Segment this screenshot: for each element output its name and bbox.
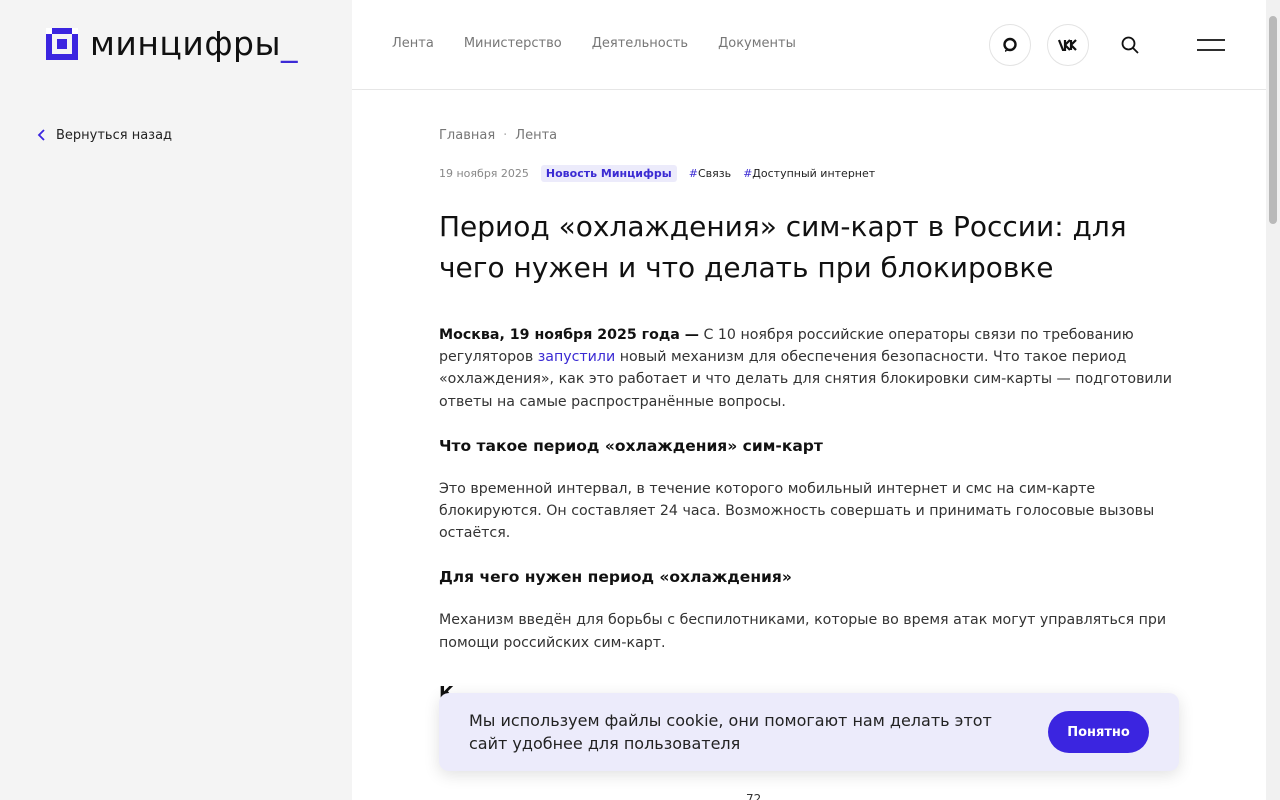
tag-link[interactable]: #Доступный интернет — [743, 167, 875, 180]
logo[interactable]: минцифры _ — [46, 24, 298, 63]
section-text: Механизм введён для борьбы с беспилотник… — [439, 612, 1167, 651]
nav-item-activity[interactable]: Деятельность — [592, 36, 688, 51]
menu-icon[interactable] — [1197, 37, 1225, 53]
logo-text: минцифры — [90, 24, 282, 63]
header: Лента Министерство Деятельность Документ… — [352, 0, 1266, 90]
nav-item-ministry[interactable]: Министерство — [464, 36, 562, 51]
accept-cookies-button[interactable]: Понятно — [1048, 711, 1149, 753]
logo-mark-icon — [46, 28, 78, 60]
cookie-banner: Мы используем файлы cookie, они помогают… — [439, 693, 1179, 771]
lead-link[interactable]: запустили — [538, 349, 615, 365]
vk-icon — [1058, 39, 1077, 51]
tag-link[interactable]: #Связь — [689, 167, 731, 180]
breadcrumb: Главная · Лента — [439, 128, 1179, 143]
article-lead: Москва, 19 ноября 2025 года — С 10 ноябр… — [439, 327, 1172, 410]
back-link-label: Вернуться назад — [56, 127, 173, 143]
breadcrumb-separator: · — [503, 128, 508, 143]
breadcrumb-home[interactable]: Главная — [439, 128, 495, 143]
sidebar: минцифры _ Вернуться назад — [0, 0, 352, 800]
lead-dateline: Москва, 19 ноября 2025 года — — [439, 327, 699, 343]
section-heading: Для чего нужен период «охлаждения» — [439, 568, 792, 587]
cookie-text: Мы используем файлы cookie, они помогают… — [469, 711, 992, 753]
section-heading: Что такое период «охлаждения» сим-карт — [439, 436, 823, 455]
scrollbar[interactable] — [1266, 0, 1280, 800]
section-text: Это временной интервал, в течение которо… — [439, 480, 1155, 542]
vk-button[interactable] — [1047, 24, 1089, 66]
max-messenger-icon — [1003, 37, 1017, 52]
breadcrumb-feed[interactable]: Лента — [515, 128, 557, 143]
scrollbar-thumb[interactable] — [1269, 16, 1277, 224]
partial-number: 72 — [746, 792, 762, 800]
nav-item-feed[interactable]: Лента — [392, 36, 434, 51]
nav-item-documents[interactable]: Документы — [718, 36, 796, 51]
article: Главная · Лента 19 ноября 2025 Новость М… — [439, 128, 1179, 654]
back-link[interactable]: Вернуться назад — [34, 127, 172, 143]
publish-date: 19 ноября 2025 — [439, 167, 529, 180]
logo-cursor: _ — [281, 24, 298, 63]
search-icon[interactable] — [1120, 35, 1140, 55]
main-nav: Лента Министерство Деятельность Документ… — [392, 36, 796, 51]
chevron-left-icon — [37, 129, 45, 141]
max-messenger-button[interactable] — [989, 24, 1031, 66]
article-title: Период «охлаждения» сим-карт в России: д… — [439, 210, 1127, 284]
category-badge[interactable]: Новость Минцифры — [540, 165, 677, 182]
article-meta: 19 ноября 2025 Новость Минцифры #Связь #… — [439, 165, 1179, 182]
